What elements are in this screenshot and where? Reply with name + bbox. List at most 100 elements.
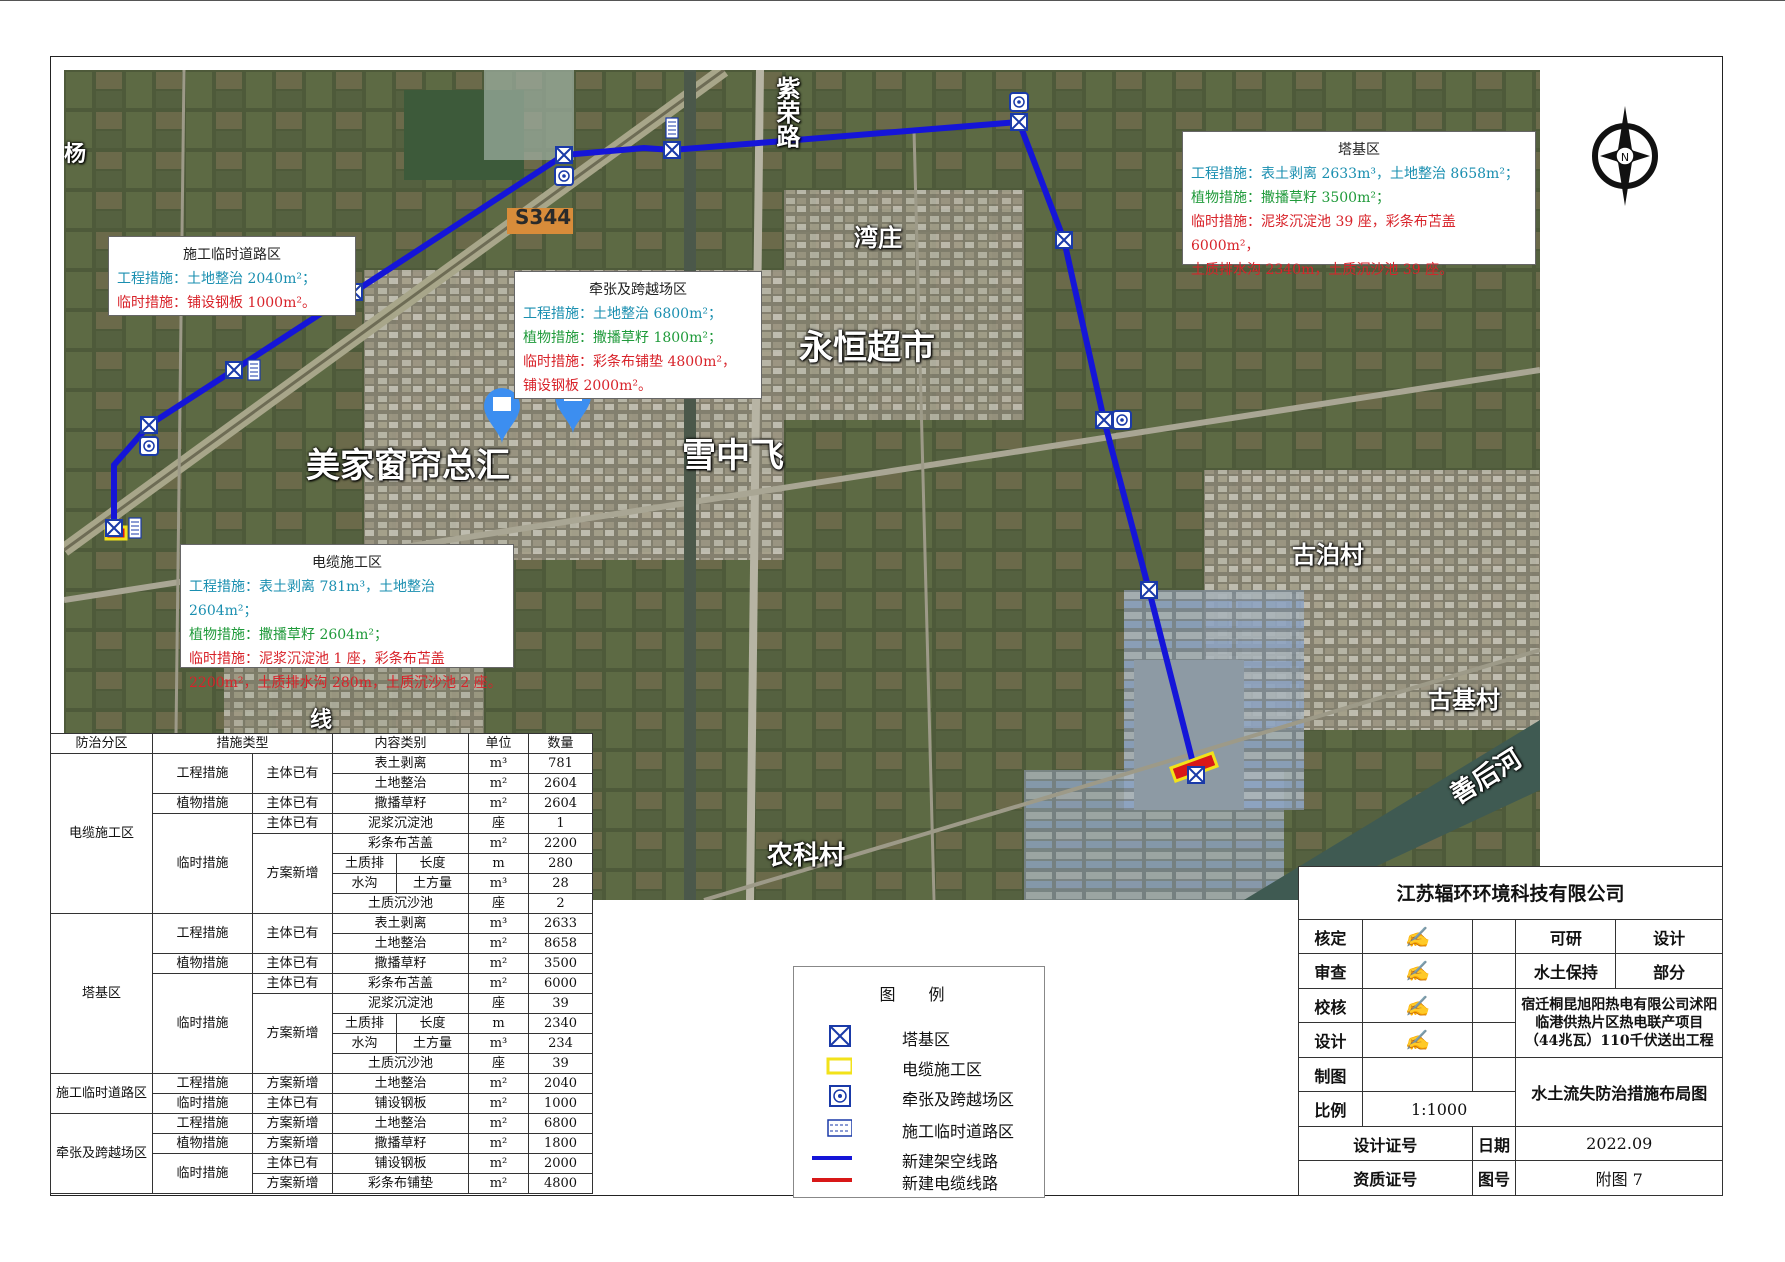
content-cell: 土质排 bbox=[332, 1013, 397, 1034]
stage-label: 设计 bbox=[1615, 918, 1723, 955]
tower-icon bbox=[1140, 581, 1158, 599]
north-arrow-icon: N bbox=[1592, 106, 1658, 206]
unit-cell: m² bbox=[468, 773, 529, 794]
status-cell: 主体已有 bbox=[252, 753, 333, 794]
fig-label: 图号 bbox=[1471, 1160, 1517, 1196]
callout-line: 工程措施：表土剥离 781m³，土地整治 2604m²； bbox=[189, 579, 436, 619]
date-label: 日期 bbox=[1471, 1125, 1517, 1162]
content-cell: 彩条布苫盖 bbox=[332, 973, 469, 994]
content-cell: 水沟 bbox=[332, 1033, 397, 1054]
unit-cell: m² bbox=[468, 1093, 529, 1114]
status-cell: 主体已有 bbox=[252, 793, 333, 814]
content-cell: 土地整治 bbox=[332, 773, 469, 794]
qty-cell: 6800 bbox=[528, 1113, 593, 1134]
table-header: 内容类别 bbox=[332, 733, 469, 754]
content-cell: 土方量 bbox=[396, 873, 469, 894]
dept-label: 部分 bbox=[1615, 953, 1723, 989]
temp-road-icon bbox=[128, 517, 142, 539]
callout-traction: 牵张及跨越场区 工程措施：土地整治 6800m²； 植物措施：撒播草籽 1800… bbox=[514, 271, 762, 399]
table-header: 数量 bbox=[528, 733, 593, 754]
content-cell: 土质沉沙池 bbox=[332, 1053, 469, 1074]
status-cell: 主体已有 bbox=[252, 813, 333, 834]
cable-line-icon bbox=[812, 1178, 852, 1182]
status-cell: 方案新增 bbox=[252, 1133, 333, 1154]
type-cell: 工程措施 bbox=[152, 753, 253, 794]
table-row: 电缆施工区 工程措施 主体已有 表土剥离 m³ 781 bbox=[50, 753, 593, 914]
qty-cell: 280 bbox=[528, 853, 593, 874]
traction-icon bbox=[554, 166, 574, 186]
content-cell: 泥浆沉淀池 bbox=[332, 993, 469, 1014]
table-row: 塔基区 工程措施 主体已有 表土剥离 m³ 2633 bbox=[50, 913, 593, 1074]
content-cell: 泥浆沉淀池 bbox=[332, 813, 469, 834]
type-cell: 工程措施 bbox=[152, 1073, 253, 1094]
qty-cell: 28 bbox=[528, 873, 593, 894]
qty-cell: 1000 bbox=[528, 1093, 593, 1114]
callout-tower: 塔基区 工程措施：表土剥离 2633m³，土地整治 8658m²； 植物措施：撒… bbox=[1182, 131, 1536, 278]
content-cell: 表土剥离 bbox=[332, 913, 469, 934]
role-label: 比例 bbox=[1298, 1091, 1363, 1127]
zone-cell: 牵张及跨越场区 bbox=[50, 1113, 153, 1194]
callout-line: 铺设钢板 2000m²。 bbox=[523, 378, 652, 394]
callout-line: 工程措施：表土剥离 2633m³，土地整治 8658m²； bbox=[1191, 166, 1519, 182]
callout-line: 2200m²，土质排水沟 280m，土质沉沙池 2 座。 bbox=[189, 675, 502, 691]
legend-label: 牵张及跨越场区 bbox=[902, 1090, 1015, 1109]
unit-cell: m² bbox=[468, 1073, 529, 1094]
unit-cell: m² bbox=[468, 1113, 529, 1134]
content-cell: 撒播草籽 bbox=[332, 793, 469, 814]
callout-line: 临时措施：铺设钢板 1000m²。 bbox=[117, 295, 316, 311]
zone-cell: 塔基区 bbox=[50, 913, 153, 1074]
traction-icon bbox=[829, 1085, 851, 1107]
tower-icon bbox=[1010, 113, 1028, 131]
callout-line: 植物措施：撒播草籽 3500m²； bbox=[1191, 190, 1390, 206]
qty-cell: 4800 bbox=[528, 1173, 593, 1194]
status-cell: 主体已有 bbox=[252, 973, 333, 994]
qty-cell: 6000 bbox=[528, 973, 593, 994]
table-header: 单位 bbox=[468, 733, 529, 754]
unit-cell: m² bbox=[468, 833, 529, 854]
unit-cell: 座 bbox=[468, 1053, 529, 1074]
project-title: 宿迁桐昆旭阳热电有限公司沭阳临港供热片区热电联产项目（44兆瓦）110千伏送出工… bbox=[1515, 987, 1723, 1058]
zone-cell: 电缆施工区 bbox=[50, 753, 153, 914]
callout-line: 临时措施：泥浆沉淀池 39 座，彩条布苫盖 6000m²， bbox=[1191, 214, 1456, 254]
qty-cell: 8658 bbox=[528, 933, 593, 954]
unit-cell: m² bbox=[468, 1173, 529, 1194]
legend-item: 电缆施工区 bbox=[812, 1053, 1032, 1079]
role-label: 设计 bbox=[1298, 1022, 1363, 1058]
unit-cell: m³ bbox=[468, 1033, 529, 1054]
qty-cell: 2000 bbox=[528, 1153, 593, 1174]
stage-label: 可研 bbox=[1515, 918, 1617, 955]
legend-label: 塔基区 bbox=[902, 1030, 951, 1049]
role-label: 审查 bbox=[1298, 953, 1363, 989]
content-cell: 土地整治 bbox=[332, 933, 469, 954]
type-cell: 工程措施 bbox=[152, 913, 253, 954]
unit-cell: m bbox=[468, 853, 529, 874]
tower-icon bbox=[1187, 766, 1205, 784]
company-name: 江苏辐环环境科技有限公司 bbox=[1298, 866, 1723, 920]
type-cell: 植物措施 bbox=[152, 793, 253, 814]
title-block: 江苏辐环环境科技有限公司 核定 ✍ 可研 设计 审查 ✍ 水土保持 部分 校核 … bbox=[1298, 866, 1723, 1196]
place-label-meijia: 美家窗帘总汇 bbox=[306, 446, 510, 486]
content-cell: 土地整治 bbox=[332, 1073, 469, 1094]
unit-cell: m² bbox=[468, 953, 529, 974]
unit-cell: m² bbox=[468, 1133, 529, 1154]
table-row: 施工临时道路区 工程措施 方案新增 土地整治 m² 2040 bbox=[50, 1073, 593, 1114]
zone-cell: 施工临时道路区 bbox=[50, 1073, 153, 1114]
qty-cell: 2 bbox=[528, 893, 593, 914]
unit-cell: 座 bbox=[468, 813, 529, 834]
unit-cell: m³ bbox=[468, 753, 529, 774]
legend-item: 牵张及跨越场区 bbox=[812, 1083, 1032, 1109]
temp-road-icon bbox=[665, 117, 679, 139]
edge-label-xian: 线 bbox=[310, 708, 333, 733]
road-label-s344: S344 bbox=[515, 205, 572, 229]
traction-icon bbox=[139, 436, 159, 456]
table-header: 措施类型 bbox=[152, 733, 333, 754]
content-cell: 土方量 bbox=[396, 1033, 469, 1054]
qty-cell: 781 bbox=[528, 753, 593, 774]
fig-value: 附图 7 bbox=[1515, 1160, 1723, 1196]
type-cell: 临时措施 bbox=[152, 813, 253, 914]
role-label: 核定 bbox=[1298, 918, 1363, 955]
status-cell: 方案新增 bbox=[252, 1113, 333, 1134]
unit-cell: m³ bbox=[468, 873, 529, 894]
status-cell: 方案新增 bbox=[252, 1073, 333, 1094]
qty-cell: 234 bbox=[528, 1033, 593, 1054]
